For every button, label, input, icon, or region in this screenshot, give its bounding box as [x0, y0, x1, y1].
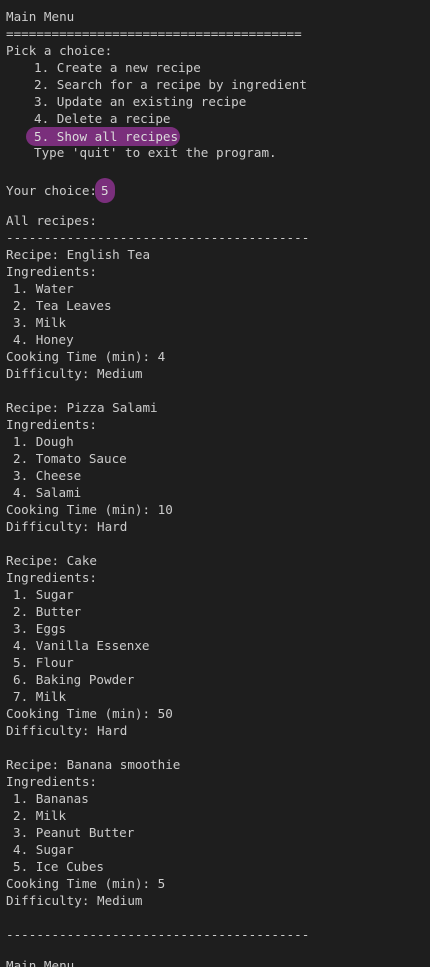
menu-rule: ======================================= — [6, 26, 302, 41]
ingredient-item: 1. Water — [13, 281, 74, 296]
difficulty: Difficulty: Medium — [6, 366, 143, 381]
ingredient-item: 3. Eggs — [13, 621, 67, 636]
ingredient-item: 6. Baking Powder — [13, 672, 135, 687]
ingredient-item: 4. Honey — [13, 332, 74, 347]
terminal-output[interactable]: Main Menu ==============================… — [0, 0, 430, 967]
ingredients-label: Ingredients: — [6, 417, 97, 432]
ingredient-item: 7. Milk — [13, 689, 67, 704]
ingredient-item: 2. Tomato Sauce — [13, 451, 127, 466]
cooking-time: Cooking Time (min): 10 — [6, 502, 173, 517]
choice-line: Your choice: 5 — [6, 178, 115, 203]
recipe-title: Recipe: Banana smoothie — [6, 757, 181, 772]
recipe-title: Recipe: English Tea — [6, 247, 151, 262]
ingredient-item: 1. Bananas — [13, 791, 89, 806]
listing-heading: All recipes: — [6, 213, 97, 228]
ingredient-item: 3. Milk — [13, 315, 67, 330]
ingredient-item: 4. Salami — [13, 485, 82, 500]
ingredient-item: 2. Milk — [13, 808, 67, 823]
ingredient-item: 4. Sugar — [13, 842, 74, 857]
cooking-time: Cooking Time (min): 5 — [6, 876, 166, 891]
ingredient-item: 2. Tea Leaves — [13, 298, 112, 313]
ingredient-item: 1. Sugar — [13, 587, 74, 602]
choice-value: 5 — [95, 178, 115, 203]
ingredients-label: Ingredients: — [6, 774, 97, 789]
ingredients-label: Ingredients: — [6, 570, 97, 585]
difficulty: Difficulty: Medium — [6, 893, 143, 908]
quit-hint: Type 'quit' to exit the program. — [34, 145, 277, 160]
ingredients-label: Ingredients: — [6, 264, 97, 279]
menu-option-create: 1. Create a new recipe — [34, 60, 201, 75]
menu-prompt: Pick a choice: — [6, 43, 113, 58]
ingredient-item: 5. Ice Cubes — [13, 859, 104, 874]
menu-title: Main Menu — [6, 9, 75, 24]
difficulty: Difficulty: Hard — [6, 519, 128, 534]
ingredient-item: 2. Butter — [13, 604, 82, 619]
menu-option-delete: 4. Delete a recipe — [34, 111, 171, 126]
menu-option-show-all: 5. Show all recipes — [26, 127, 181, 146]
difficulty: Difficulty: Hard — [6, 723, 128, 738]
ingredient-item: 1. Dough — [13, 434, 74, 449]
menu-option-update: 3. Update an existing recipe — [34, 94, 247, 109]
recipe-title: Recipe: Pizza Salami — [6, 400, 158, 415]
cooking-time: Cooking Time (min): 50 — [6, 706, 173, 721]
ingredient-item: 3. Cheese — [13, 468, 82, 483]
next-menu-title: Main Menu — [6, 958, 75, 967]
footer-separator: ---------------------------------------- — [6, 927, 310, 942]
ingredient-item: 3. Peanut Butter — [13, 825, 135, 840]
choice-label: Your choice: — [6, 183, 97, 198]
recipe-title: Recipe: Cake — [6, 553, 97, 568]
cooking-time: Cooking Time (min): 4 — [6, 349, 166, 364]
ingredient-item: 4. Vanilla Essenxe — [13, 638, 150, 653]
ingredient-item: 5. Flour — [13, 655, 74, 670]
listing-separator: ---------------------------------------- — [6, 230, 310, 245]
menu-option-search: 2. Search for a recipe by ingredient — [34, 77, 307, 92]
